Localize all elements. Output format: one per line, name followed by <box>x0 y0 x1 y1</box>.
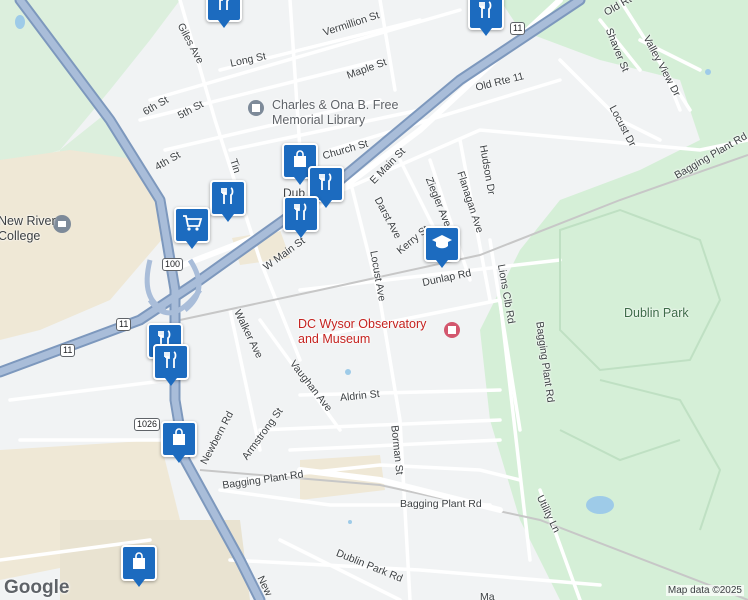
park-label[interactable]: Dublin Park <box>624 306 689 320</box>
route-shield: 1026 <box>134 418 161 431</box>
restaurant-marker[interactable] <box>283 196 319 238</box>
graduation-cap-icon <box>431 232 453 257</box>
shopping-bag-icon <box>129 551 149 576</box>
street-label: Bagging Plant Rd <box>400 498 482 510</box>
map-canvas[interactable]: Giles Ave Vermillion St Long St Maple St… <box>0 0 748 600</box>
map-base-layer <box>0 0 748 600</box>
college-label[interactable]: New River College <box>0 214 56 244</box>
google-logo[interactable]: Google <box>4 577 69 599</box>
fork-knife-icon <box>316 172 336 197</box>
route-shield: 11 <box>510 22 526 35</box>
library-label[interactable]: Charles & Ona B. Free Memorial Library <box>272 98 398 128</box>
restaurant-marker[interactable] <box>153 344 189 386</box>
route-shield: 11 <box>60 344 76 357</box>
shopping-marker[interactable] <box>161 421 197 463</box>
fork-knife-icon <box>476 0 496 25</box>
restaurant-marker[interactable] <box>206 0 242 28</box>
school-marker[interactable] <box>424 226 460 268</box>
observatory-label[interactable]: DC Wysor Observatory and Museum <box>298 317 426 347</box>
shopping-cart-icon <box>181 213 203 238</box>
fork-knife-icon <box>291 202 311 227</box>
library-name: Charles & Ona B. Free Memorial Library <box>272 98 399 127</box>
fork-knife-icon <box>214 0 234 17</box>
street-label: Ma <box>480 591 495 600</box>
fork-knife-icon <box>218 186 238 211</box>
observatory-name: DC Wysor Observatory and Museum <box>298 317 427 346</box>
route-shield: 11 <box>116 318 132 331</box>
shopping-marker[interactable] <box>174 207 210 249</box>
shopping-bag-icon <box>169 427 189 452</box>
shopping-marker[interactable] <box>121 545 157 587</box>
restaurant-marker[interactable] <box>468 0 504 36</box>
shopping-bag-icon <box>290 149 310 174</box>
route-shield: 100 <box>162 258 184 271</box>
restaurant-marker[interactable] <box>210 180 246 222</box>
fork-knife-icon <box>161 350 181 375</box>
map-data-attribution[interactable]: Map data ©2025 <box>665 585 744 596</box>
